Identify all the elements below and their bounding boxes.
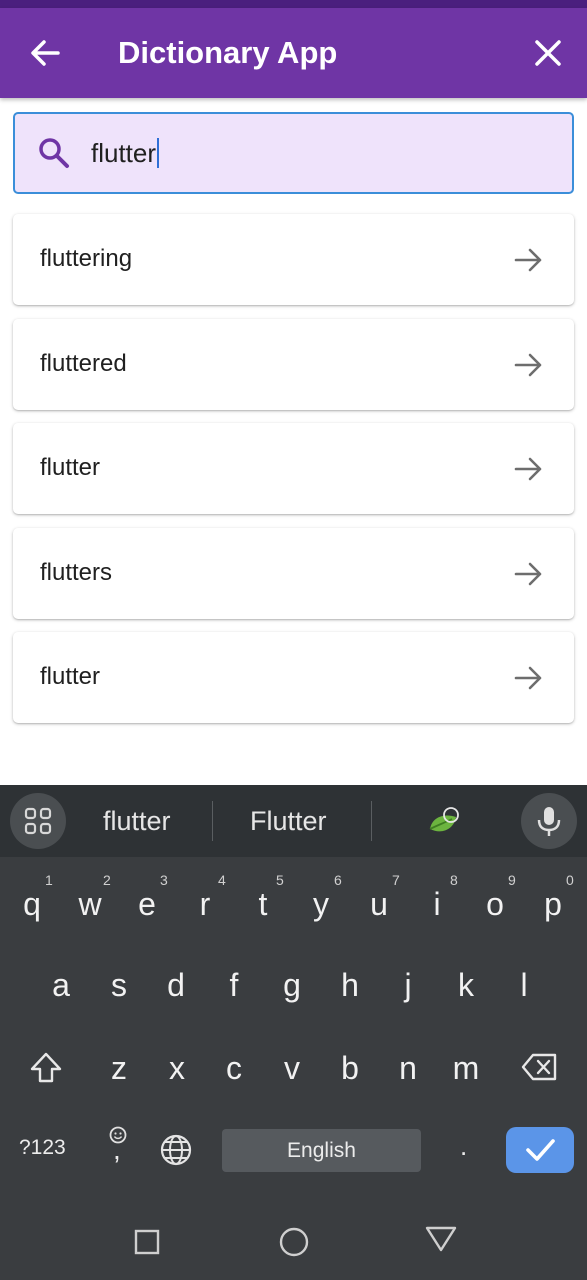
navigation-bar (0, 1210, 587, 1280)
key-a[interactable]: a (38, 965, 84, 1005)
close-icon[interactable] (528, 34, 568, 72)
key-t[interactable]: t (240, 884, 286, 924)
check-icon (526, 1139, 555, 1161)
key-hint: 2 (103, 872, 111, 888)
search-icon (37, 136, 71, 170)
key-s[interactable]: s (96, 965, 142, 1005)
key-x[interactable]: x (154, 1048, 200, 1088)
key-hint: 5 (276, 872, 284, 888)
key-hint: 3 (160, 872, 168, 888)
home-circle-icon[interactable] (278, 1226, 310, 1258)
search-text: flutter (91, 138, 157, 168)
text-caret (157, 138, 160, 168)
key-hint: 0 (566, 872, 574, 888)
recents-square-icon[interactable] (133, 1228, 161, 1256)
key-j[interactable]: j (385, 965, 431, 1005)
key-hint: 1 (45, 872, 53, 888)
search-input[interactable]: flutter (13, 112, 574, 194)
key-i[interactable]: i (414, 884, 460, 924)
globe-icon[interactable] (158, 1132, 194, 1168)
space-key[interactable]: English (222, 1129, 421, 1172)
microphone-icon[interactable] (521, 793, 577, 849)
key-u[interactable]: u (356, 884, 402, 924)
list-item[interactable]: flutter (13, 632, 574, 723)
result-word: fluttering (40, 245, 133, 272)
back-triangle-icon[interactable] (424, 1224, 458, 1254)
key-p[interactable]: p (530, 884, 576, 924)
key-z[interactable]: z (96, 1048, 142, 1088)
list-item[interactable]: fluttered (13, 319, 574, 410)
result-word: flutters (40, 559, 113, 586)
key-l[interactable]: l (501, 965, 547, 1005)
suggestion-1[interactable]: flutter (103, 801, 171, 841)
keyboard: flutter Flutter q w e r t y u i o p 1 2 … (0, 785, 587, 1280)
key-f[interactable]: f (211, 965, 257, 1005)
key-hint: 8 (450, 872, 458, 888)
period-key[interactable]: . (460, 1131, 467, 1161)
divider (371, 801, 372, 841)
arrow-right-icon (513, 559, 543, 589)
result-word: flutter (40, 454, 101, 481)
key-n[interactable]: n (385, 1048, 431, 1088)
arrow-right-icon (513, 663, 543, 693)
result-word: fluttered (40, 350, 127, 377)
arrow-right-icon (513, 245, 543, 275)
key-h[interactable]: h (327, 965, 373, 1005)
key-g[interactable]: g (269, 965, 315, 1005)
list-item[interactable]: flutter (13, 423, 574, 514)
suggestion-bar: flutter Flutter (0, 785, 587, 857)
shift-icon[interactable] (28, 1050, 64, 1086)
suggestion-2[interactable]: Flutter (250, 801, 327, 841)
key-hint: 9 (508, 872, 516, 888)
key-e[interactable]: e (124, 884, 170, 924)
symbols-key[interactable]: ?123 (19, 1133, 66, 1163)
arrow-right-icon (513, 350, 543, 380)
key-r[interactable]: r (182, 884, 228, 924)
key-hint: 7 (392, 872, 400, 888)
key-hint: 6 (334, 872, 342, 888)
arrow-right-icon (513, 454, 543, 484)
key-hint: 4 (218, 872, 226, 888)
key-k[interactable]: k (443, 965, 489, 1005)
key-m[interactable]: m (443, 1048, 489, 1088)
comma-key[interactable]: , (113, 1135, 121, 1165)
enter-key[interactable] (506, 1127, 574, 1173)
app-bar: Dictionary App (0, 8, 587, 98)
key-c[interactable]: c (211, 1048, 257, 1088)
key-b[interactable]: b (327, 1048, 373, 1088)
backspace-icon[interactable] (521, 1052, 559, 1082)
arrow-left-icon[interactable] (24, 34, 66, 72)
apps-grid-icon[interactable] (10, 793, 66, 849)
sticker-leaf-icon[interactable] (426, 805, 462, 837)
search-value[interactable]: flutter (91, 136, 160, 170)
key-q[interactable]: q (9, 884, 55, 924)
page-title: Dictionary App (118, 35, 338, 70)
key-w[interactable]: w (67, 884, 113, 924)
status-bar (0, 0, 587, 8)
list-item[interactable]: fluttering (13, 214, 574, 305)
key-v[interactable]: v (269, 1048, 315, 1088)
divider (212, 801, 213, 841)
key-d[interactable]: d (153, 965, 199, 1005)
result-word: flutter (40, 663, 101, 690)
list-item[interactable]: flutters (13, 528, 574, 619)
key-y[interactable]: y (298, 884, 344, 924)
key-o[interactable]: o (472, 884, 518, 924)
